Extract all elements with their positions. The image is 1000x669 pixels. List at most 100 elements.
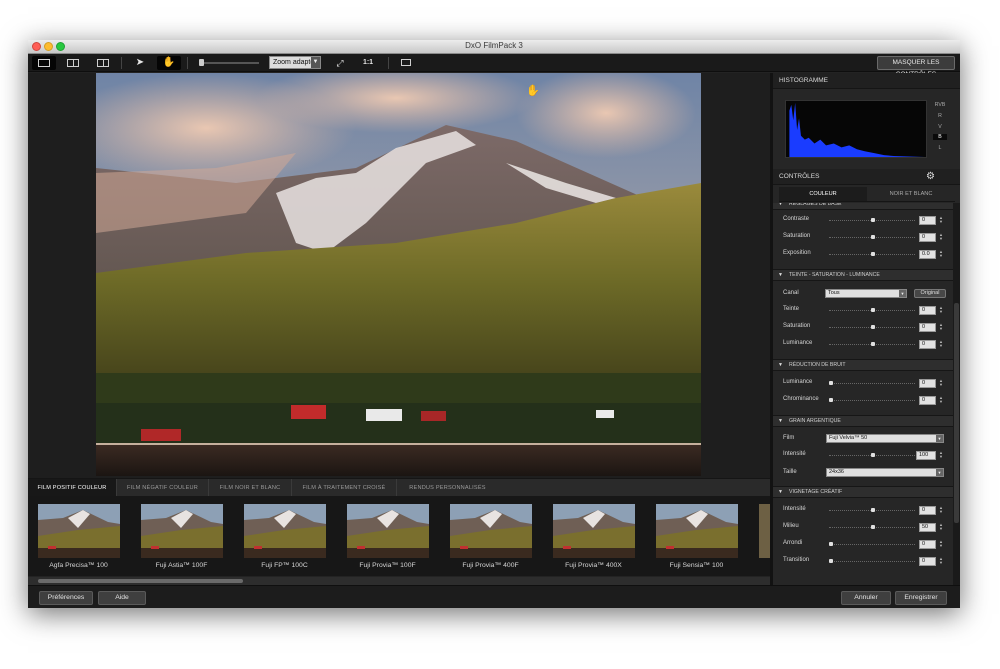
controls-scrollbar[interactable] <box>953 203 960 585</box>
value-field[interactable]: 0 <box>919 340 936 349</box>
channel-l[interactable]: L <box>933 145 947 151</box>
slider-handle[interactable] <box>871 308 875 312</box>
control-slider[interactable] <box>829 561 915 562</box>
stepper-arrows-icon[interactable]: ▲ ▼ <box>939 523 943 531</box>
gear-icon[interactable]: ⚙ <box>926 171 935 182</box>
film-thumbnail[interactable] <box>450 504 532 558</box>
value-field[interactable]: 0 <box>919 323 936 332</box>
cancel-button[interactable]: Annuler <box>841 591 891 605</box>
section-header[interactable]: RÉDUCTION DE BRUIT ▼ <box>773 359 953 371</box>
film-thumbnail[interactable] <box>553 504 635 558</box>
control-slider[interactable] <box>829 400 915 401</box>
hide-controls-button[interactable]: MASQUER LES CONTRÔLES <box>877 56 955 78</box>
thumbnail-scrollbar[interactable] <box>28 577 770 585</box>
value-field[interactable]: 0 <box>919 379 936 388</box>
stepper-arrows-icon[interactable]: ▲ ▼ <box>939 379 943 387</box>
tab-rendus-personnalises[interactable]: RENDUS PERSONNALISÉS <box>396 479 498 497</box>
value-field[interactable]: 0 <box>919 396 936 405</box>
one-to-one-button[interactable]: 1:1 <box>356 56 380 70</box>
channel-rvb[interactable]: RVB <box>933 102 947 108</box>
select-tool-button[interactable]: ➤ <box>128 56 152 70</box>
zoom-slider[interactable] <box>201 62 259 64</box>
slider-handle[interactable] <box>871 453 875 457</box>
section-header[interactable]: GRAIN ARGENTIQUE ▼ <box>773 415 953 427</box>
control-slider[interactable] <box>829 544 915 545</box>
tab-noir-et-blanc[interactable]: NOIR ET BLANC <box>867 187 955 202</box>
preview-frame-button[interactable] <box>394 56 418 70</box>
film-thumbnail-label: Fuji Provia™ 400F <box>462 562 519 569</box>
slider-handle[interactable] <box>829 381 833 385</box>
value-field[interactable]: 0.0 <box>919 250 936 259</box>
slider-handle[interactable] <box>871 508 875 512</box>
scrollbar-thumb[interactable] <box>38 579 243 583</box>
stepper-arrows-icon[interactable]: ▲ ▼ <box>939 396 943 404</box>
stepper-arrows-icon[interactable]: ▲ ▼ <box>939 506 943 514</box>
slider-handle[interactable] <box>871 525 875 529</box>
value-field[interactable]: 0 <box>919 540 936 549</box>
film-thumbnail[interactable] <box>656 504 738 558</box>
slider-handle[interactable] <box>871 342 875 346</box>
slider-handle[interactable] <box>871 252 875 256</box>
control-slider[interactable] <box>829 383 915 384</box>
chevron-down-icon: ▼ <box>936 435 943 442</box>
slider-handle[interactable] <box>871 218 875 222</box>
stepper-arrows-icon[interactable]: ▲ ▼ <box>939 540 943 548</box>
fit-screen-button[interactable]: ⤢ <box>328 56 352 70</box>
slider-handle[interactable] <box>871 235 875 239</box>
tab-couleur[interactable]: COULEUR <box>779 187 867 202</box>
tab-film-positif-couleur[interactable]: FILM POSITIF COULEUR <box>28 479 116 497</box>
value-field[interactable]: 0 <box>919 506 936 515</box>
canal-label: Canal <box>783 290 799 296</box>
slider-handle[interactable] <box>829 398 833 402</box>
section-header[interactable]: TEINTE - SATURATION - LUMINANCE ▼ <box>773 269 953 281</box>
film-thumbnail[interactable] <box>244 504 326 558</box>
film-thumbnail[interactable] <box>347 504 429 558</box>
canal-select[interactable]: Tous ▼ <box>825 289 907 298</box>
zoom-select[interactable]: Zoom adapté ▼ <box>269 56 321 69</box>
channel-r[interactable]: R <box>933 113 947 119</box>
split-view-button[interactable] <box>61 56 85 70</box>
stepper-arrows-icon[interactable]: ▲ ▼ <box>939 323 943 331</box>
value-field[interactable]: 0 <box>919 233 936 242</box>
section-header[interactable]: VIGNETAGE CRÉATIF ▼ <box>773 486 953 498</box>
tab-film-negatif-couleur[interactable]: FILM NÉGATIF COULEUR <box>116 479 208 497</box>
value-field[interactable]: 0 <box>919 557 936 566</box>
film-thumbnail[interactable] <box>141 504 223 558</box>
image-viewer[interactable]: ✋ <box>28 73 770 478</box>
channel-b[interactable]: B <box>933 134 947 140</box>
film-select[interactable]: Fuji Velvia™ 50 ▼ <box>826 434 944 443</box>
control-label: Intensité <box>783 506 806 512</box>
side-by-side-button[interactable] <box>91 56 115 70</box>
value-field[interactable]: 50 <box>919 523 936 532</box>
hand-tool-button[interactable]: ✋ <box>157 56 181 70</box>
film-thumbnail[interactable] <box>38 504 120 558</box>
slider-handle[interactable] <box>871 325 875 329</box>
help-button[interactable]: Aide <box>98 591 146 605</box>
scrollbar-thumb[interactable] <box>954 303 959 523</box>
save-button[interactable]: Enregistrer <box>895 591 947 605</box>
tab-film-traitement-croise[interactable]: FILM À TRAITEMENT CROISÉ <box>291 479 396 497</box>
single-view-button[interactable] <box>32 56 56 70</box>
stepper-arrows-icon[interactable]: ▲ ▼ <box>939 306 943 314</box>
arrow-pointer-icon: ➤ <box>135 57 145 68</box>
chevron-down-icon: ▼ <box>311 57 320 68</box>
zoom-slider-handle[interactable] <box>199 59 204 66</box>
original-button[interactable]: Original <box>914 289 946 298</box>
value-field[interactable]: 0 <box>919 306 936 315</box>
size-select[interactable]: 24x36 ▼ <box>826 468 944 477</box>
stepper-arrows-icon[interactable]: ▲ ▼ <box>939 340 943 348</box>
channel-v[interactable]: V <box>933 124 947 130</box>
slider-handle[interactable] <box>829 542 833 546</box>
main-photo: ✋ <box>96 73 701 476</box>
stepper-arrows-icon[interactable]: ▲ ▼ <box>939 250 943 258</box>
stepper-arrows-icon[interactable]: ▲ ▼ <box>939 451 943 459</box>
stepper-arrows-icon[interactable]: ▲ ▼ <box>939 216 943 224</box>
section-header[interactable]: RÉGLAGES DE BASE ▼ <box>773 203 953 210</box>
value-field[interactable]: 0 <box>919 216 936 225</box>
stepper-arrows-icon[interactable]: ▲ ▼ <box>939 233 943 241</box>
value-field[interactable]: 100 <box>916 451 936 460</box>
tab-film-noir-et-blanc[interactable]: FILM NOIR ET BLANC <box>208 479 291 497</box>
stepper-arrows-icon[interactable]: ▲ ▼ <box>939 557 943 565</box>
slider-handle[interactable] <box>829 559 833 563</box>
preferences-button[interactable]: Préférences <box>39 591 93 605</box>
